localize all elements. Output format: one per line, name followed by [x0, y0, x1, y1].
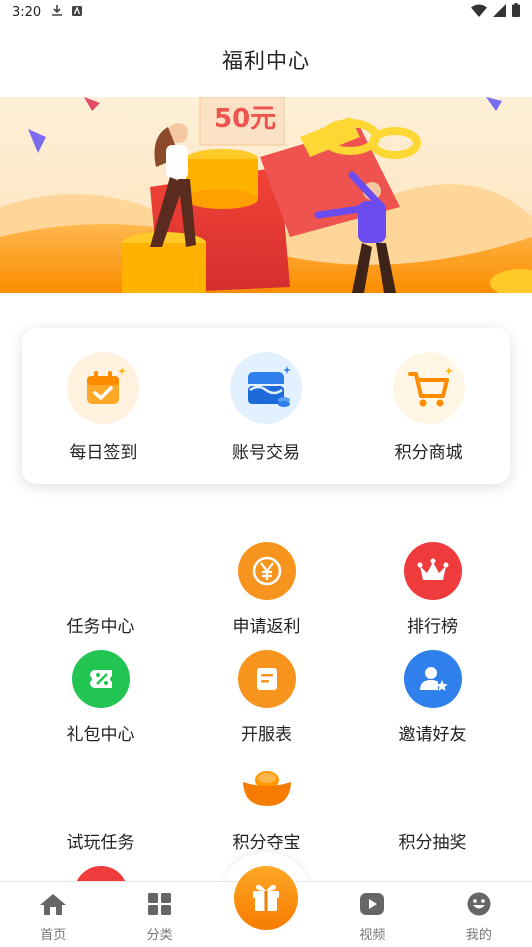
wifi-icon — [471, 4, 487, 21]
grid-item-label: 任务中心 — [66, 617, 135, 637]
quick-action-points-mall[interactable]: 积分商城 — [347, 328, 510, 484]
quick-action-account-trade[interactable]: 账号交易 — [185, 328, 348, 484]
status-bar: 3:20 — [0, 0, 532, 24]
user-star-icon — [403, 650, 462, 708]
yen-coin-icon — [237, 542, 296, 600]
grid-item-trial-tasks[interactable]: 试玩任务 — [12, 758, 189, 853]
download-icon — [51, 4, 63, 20]
nav-label: 视频 — [359, 928, 386, 943]
nav-label: 分类 — [146, 928, 173, 943]
grid-item-gift-center[interactable]: 礼包中心 — [12, 650, 189, 745]
grid-item-server-list[interactable]: 开服表 — [178, 650, 355, 745]
promo-banner[interactable]: 50元 — [0, 97, 532, 293]
nav-home[interactable]: 首页 — [0, 882, 106, 947]
trial-tasks-icon — [72, 758, 130, 816]
nav-label: 首页 — [40, 928, 67, 943]
nav-welfare-gift[interactable] — [234, 866, 298, 930]
nav-category[interactable]: 分类 — [106, 882, 212, 947]
status-time: 3:20 — [12, 4, 42, 20]
grid-icon — [147, 892, 173, 920]
nav-mine[interactable]: 我的 — [426, 882, 532, 947]
grid-item-label: 排行榜 — [407, 617, 458, 637]
quick-action-label: 每日签到 — [69, 443, 138, 463]
quick-actions-card: 每日签到 账号交易 积分商城 — [22, 328, 510, 484]
quick-action-daily-checkin[interactable]: 每日签到 — [22, 328, 185, 484]
crown-icon — [403, 542, 462, 600]
quick-action-label: 账号交易 — [232, 443, 300, 463]
notification-a-icon — [71, 5, 83, 20]
grid-item-label: 积分夺宝 — [232, 833, 301, 853]
home-icon — [39, 892, 67, 920]
banner-illustration: 50元 — [0, 97, 532, 293]
grid-item-label: 开服表 — [241, 725, 292, 745]
lottery-icon — [404, 758, 462, 816]
grid-item-label: 申请返利 — [232, 617, 301, 637]
grid-item-task-center[interactable]: 任务中心 — [12, 542, 189, 637]
quick-action-label: 积分商城 — [394, 443, 463, 463]
smile-icon — [466, 892, 492, 920]
nav-video[interactable]: 视频 — [319, 882, 425, 947]
percent-icon — [71, 650, 130, 708]
gold-ingot-icon — [238, 758, 296, 816]
banner-amount: 50元 — [214, 104, 276, 134]
grid-item-label: 礼包中心 — [66, 725, 135, 745]
page-header: 福利中心 — [0, 24, 532, 96]
nav-label: 我的 — [465, 928, 492, 943]
gift-icon — [248, 878, 284, 918]
page-title: 福利中心 — [222, 49, 310, 73]
grid-item-label: 积分抽奖 — [398, 833, 467, 853]
grid-item-points-treasure[interactable]: 积分夺宝 — [178, 758, 355, 853]
grid-item-invite-friends[interactable]: 邀请好友 — [344, 650, 521, 745]
notepad-icon — [237, 650, 296, 708]
grid-item-ranking[interactable]: 排行榜 — [344, 542, 521, 637]
trade-icon — [230, 352, 302, 424]
battery-icon — [512, 3, 520, 21]
task-center-icon — [72, 542, 130, 600]
play-icon — [359, 892, 385, 920]
grid-item-label: 邀请好友 — [398, 725, 467, 745]
signal-icon — [493, 3, 506, 21]
cart-icon — [392, 352, 465, 424]
calendar-check-icon — [67, 352, 140, 424]
grid-item-points-lottery[interactable]: 积分抽奖 — [344, 758, 521, 853]
grid-item-label: 试玩任务 — [66, 833, 135, 853]
grid-item-rebate[interactable]: 申请返利 — [178, 542, 355, 637]
